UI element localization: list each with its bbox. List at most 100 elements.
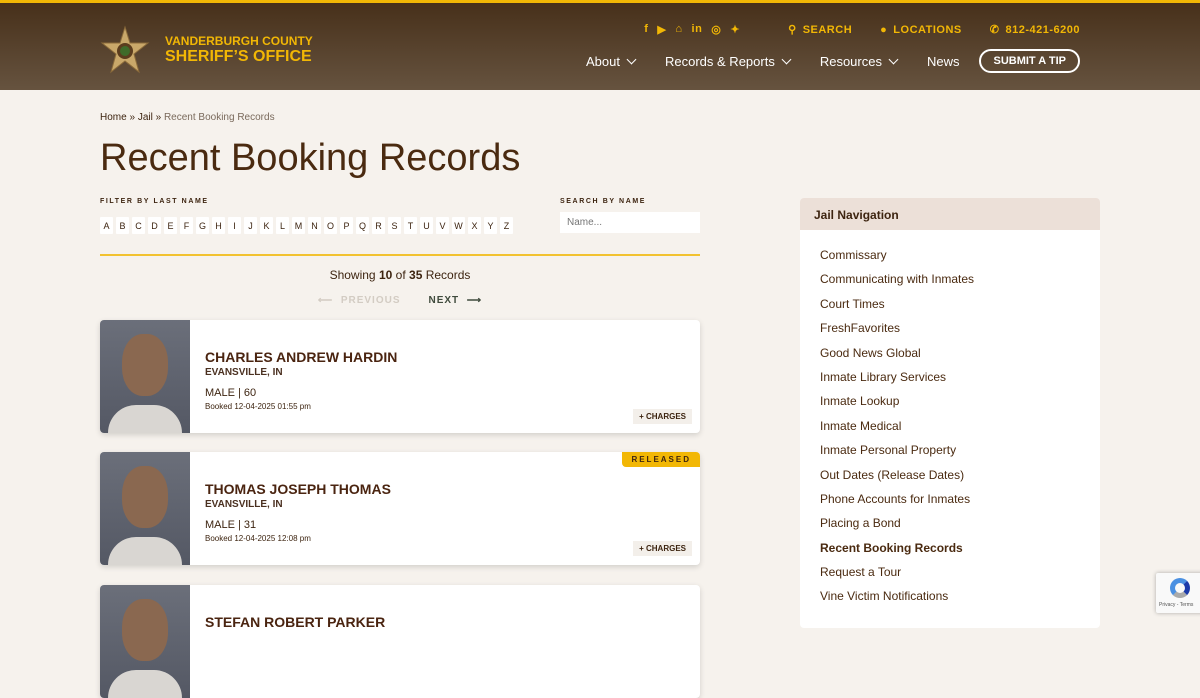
letter-n[interactable]: N (308, 217, 321, 234)
sidebar-item[interactable]: Commissary (820, 248, 1080, 272)
previous-label: PREVIOUS (340, 295, 401, 306)
status-badge: RELEASED (622, 452, 700, 467)
next-label: NEXT (428, 295, 460, 306)
submit-tip-button[interactable]: SUBMIT A TIP (979, 49, 1080, 73)
sidebar-item[interactable]: Recent Booking Records (820, 541, 1080, 565)
pagination: ⟵ PREVIOUS NEXT ⟶ (100, 295, 700, 306)
letter-v[interactable]: V (436, 217, 449, 234)
nav-about[interactable]: About (586, 53, 637, 69)
home-icon[interactable]: ⌂ (675, 23, 682, 36)
sidebar-item[interactable]: Placing a Bond (820, 516, 1080, 540)
locations-label: LOCATIONS (893, 23, 962, 36)
nav-label: Records & Reports (665, 53, 775, 69)
arrow-right-icon: ⟶ (466, 295, 483, 306)
instagram-icon[interactable]: ◎ (711, 23, 721, 36)
letter-u[interactable]: U (420, 217, 433, 234)
search-label: SEARCH (802, 23, 853, 36)
sidebar-item[interactable]: Request a Tour (820, 565, 1080, 589)
youtube-icon[interactable]: ▶ (657, 23, 666, 36)
nav-resources[interactable]: Resources (820, 54, 899, 69)
letter-h[interactable]: H (212, 217, 225, 234)
mugshot (100, 585, 190, 698)
sidebar-item[interactable]: Inmate Personal Property (820, 443, 1080, 467)
search-name-input[interactable] (560, 212, 700, 233)
breadcrumb-home[interactable]: Home (100, 112, 127, 123)
inmate-city: EVANSVILLE, IN (205, 499, 283, 510)
letter-c[interactable]: C (132, 217, 145, 234)
booking-record[interactable]: STEFAN ROBERT PARKER (100, 585, 700, 698)
letter-g[interactable]: G (196, 217, 209, 234)
letter-o[interactable]: O (324, 217, 337, 234)
letter-l[interactable]: L (276, 217, 289, 234)
letter-filter: ABCDEFGHIJKLMNOPQRSTUVWXYZ (100, 217, 513, 234)
letter-i[interactable]: I (228, 217, 241, 234)
showing-total: 35 (409, 268, 423, 282)
phone-link[interactable]: ✆ 812-421-6200 (989, 23, 1080, 37)
letter-f[interactable]: F (180, 217, 193, 234)
sidebar-item[interactable]: Phone Accounts for Inmates (820, 492, 1080, 516)
nav-label: News (926, 53, 960, 69)
sidebar-item[interactable]: Communicating with Inmates (820, 272, 1080, 296)
letter-p[interactable]: P (340, 217, 353, 234)
letter-b[interactable]: B (116, 217, 129, 234)
phone-label: 812-421-6200 (1005, 23, 1080, 36)
breadcrumb-jail[interactable]: Jail (138, 112, 153, 123)
facebook-icon[interactable]: f (644, 23, 648, 36)
sidebar-item[interactable]: Inmate Medical (820, 419, 1080, 443)
booked-date: Booked 12-04-2025 01:55 pm (205, 402, 311, 411)
letter-y[interactable]: Y (484, 217, 497, 234)
sidebar-item[interactable]: Inmate Library Services (820, 370, 1080, 394)
showing-count: 10 (378, 268, 393, 282)
search-link[interactable]: ⚲ SEARCH (788, 23, 853, 37)
letter-s[interactable]: S (388, 217, 401, 234)
chevron-down-icon (888, 54, 899, 64)
letter-r[interactable]: R (372, 217, 385, 234)
locations-link[interactable]: ● LOCATIONS (880, 24, 962, 36)
inmate-sex-age: MALE | 60 (205, 387, 257, 399)
results-count: Showing 10 of 35 Records (100, 268, 700, 282)
letter-a[interactable]: A (100, 217, 113, 234)
showing-of: of (395, 268, 406, 282)
nav-records-reports[interactable]: Records & Reports (665, 53, 792, 69)
site-logo[interactable]: VANDERBURGH COUNTY SHERIFF’S OFFICE (100, 25, 313, 75)
charges-button[interactable]: + CHARGES (633, 541, 692, 556)
breadcrumb-current: Recent Booking Records (163, 112, 275, 123)
recaptcha-badge[interactable]: Privacy - Terms (1156, 573, 1200, 613)
sidebar-item[interactable]: Vine Victim Notifications (820, 589, 1080, 613)
booking-record[interactable]: CHARLES ANDREW HARDIN EVANSVILLE, IN MALE … (100, 320, 700, 433)
phone-icon: ✆ (989, 24, 1000, 36)
previous-button[interactable]: ⟵ PREVIOUS (318, 295, 401, 306)
letter-e[interactable]: E (164, 217, 177, 234)
charges-button[interactable]: + CHARGES (633, 409, 692, 424)
chevron-down-icon (781, 54, 792, 64)
next-button[interactable]: NEXT ⟶ (429, 295, 483, 306)
nav-label: About (586, 53, 620, 69)
sidebar-title: Jail Navigation (800, 198, 1100, 230)
sidebar-item[interactable]: Inmate Lookup (820, 394, 1080, 418)
letter-j[interactable]: J (244, 217, 257, 234)
letter-z[interactable]: Z (500, 217, 513, 234)
booking-record[interactable]: THOMAS JOSEPH THOMAS EVANSVILLE, IN MALE |… (100, 452, 700, 565)
mugshot (100, 452, 190, 565)
letter-q[interactable]: Q (356, 217, 369, 234)
sidebar-item[interactable]: FreshFavorites (820, 321, 1080, 345)
inmate-sex-age: MALE | 31 (205, 519, 257, 531)
letter-d[interactable]: D (148, 217, 161, 234)
page-title: Recent Booking Records (100, 137, 521, 179)
site-header: VANDERBURGH COUNTY SHERIFF’S OFFICE f ▶ ⌂… (0, 0, 1200, 90)
letter-k[interactable]: K (260, 217, 273, 234)
letter-m[interactable]: M (292, 217, 305, 234)
inmate-city: EVANSVILLE, IN (205, 367, 283, 378)
breadcrumb-sep: » (129, 112, 136, 123)
letter-t[interactable]: T (404, 217, 417, 234)
sidebar-item[interactable]: Good News Global (820, 346, 1080, 370)
linkedin-icon[interactable]: in (692, 23, 703, 36)
letter-w[interactable]: W (452, 217, 465, 234)
sidebar-item[interactable]: Court Times (820, 297, 1080, 321)
letter-x[interactable]: X (468, 217, 481, 234)
nav-news[interactable]: News (927, 54, 960, 69)
sidebar-item[interactable]: Out Dates (Release Dates) (820, 468, 1080, 492)
recaptcha-text: Privacy - Terms (1159, 602, 1194, 608)
bluesky-icon[interactable]: ✦ (730, 23, 740, 36)
inmate-name: STEFAN ROBERT PARKER (205, 614, 386, 630)
